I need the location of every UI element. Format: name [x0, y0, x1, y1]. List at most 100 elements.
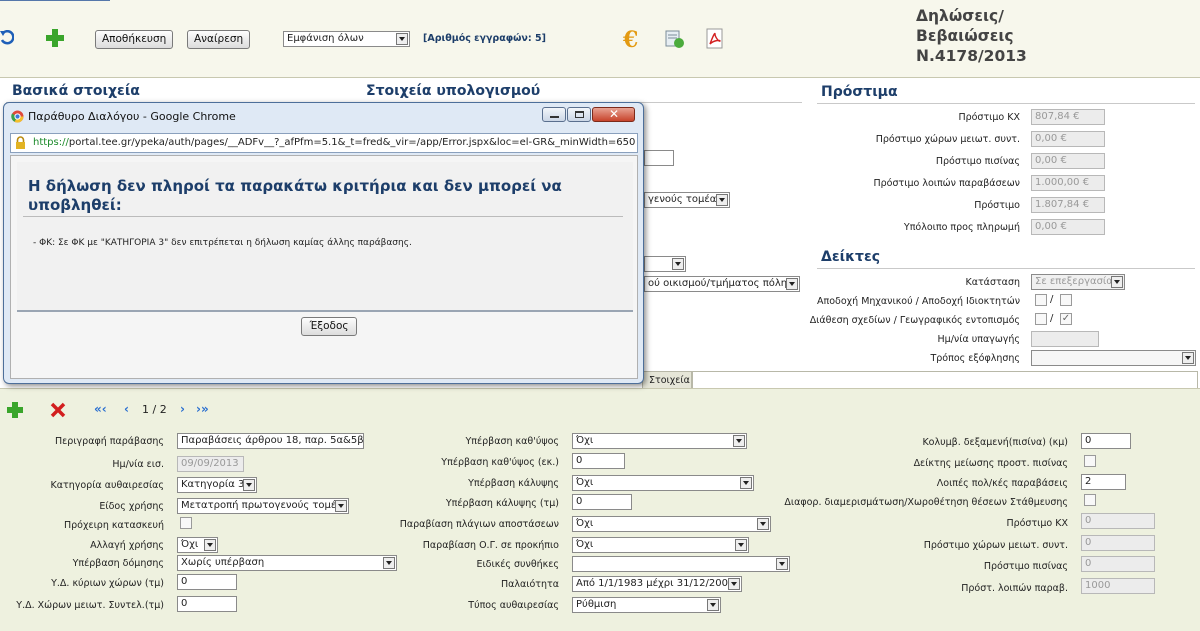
special-conditions-select[interactable] — [572, 556, 790, 572]
coverage-excess-value: Όχι — [576, 477, 594, 488]
pool-reduction-checkbox[interactable] — [1084, 455, 1096, 467]
parking-checkbox[interactable] — [1084, 494, 1096, 506]
date-label: Ημ/νία υπαγωγής — [937, 334, 1020, 345]
usage-change-select[interactable]: Όχι — [177, 537, 218, 553]
side-distance-select[interactable]: Όχι — [572, 516, 771, 532]
app-title-line1: Δηλώσεις/ — [916, 7, 1004, 25]
form-label: Παλαιότητα — [500, 579, 559, 590]
calc-sector-value: γενούς τομέα — [648, 194, 717, 205]
refresh-icon[interactable] — [0, 30, 14, 46]
date-value — [1031, 331, 1099, 347]
pdf-icon[interactable] — [706, 28, 724, 50]
form-label: Υπέρβαση κάλυψης (τμ) — [445, 498, 559, 509]
usage-change-value: Όχι — [181, 539, 199, 550]
category-select-value: Κατηγορία 3 — [181, 479, 245, 490]
divider — [817, 103, 1195, 104]
violation-fine-reduced-value: 0 — [1081, 535, 1155, 551]
balance-value: 0,00 € — [1031, 219, 1105, 235]
form-label: Υπέρβαση καθ'ύψος (εκ.) — [441, 457, 559, 468]
payment-select[interactable] — [1031, 350, 1196, 366]
lock-icon — [16, 136, 25, 149]
first-page-icon[interactable]: «‹ — [94, 402, 107, 416]
calc-select-fragment[interactable] — [644, 256, 686, 272]
entry-date-input: 09/09/2013 — [177, 456, 244, 472]
age-select[interactable]: Από 1/1/1983 μέχρι 31/12/2003 — [572, 576, 742, 592]
plus-icon[interactable] — [6, 401, 24, 419]
close-icon: ✕ — [609, 107, 620, 121]
form-label: Είδος χρήσης — [99, 501, 164, 512]
form-label: Παραβίαση Ο.Γ. σε προκήπιο — [422, 540, 559, 551]
chevron-down-icon — [735, 539, 747, 551]
error-message: - ΦΚ: Σε ΦΚ με "ΚΑΤΗΓΟΡΙΑ 3" δεν επιτρέπ… — [33, 238, 412, 248]
filter-select[interactable]: Εμφάνιση όλων — [283, 31, 410, 47]
owner-accept-checkbox[interactable] — [1060, 294, 1072, 306]
usage-type-value: Μετατροπή πρωτογενούς τομέα — [181, 500, 343, 511]
euro-icon[interactable]: € — [623, 27, 638, 53]
form-label: Περιγραφή παράβασης — [55, 436, 164, 447]
fine-reduced-label: Πρόστιμο χώρων μειωτ. συντ. — [875, 134, 1020, 145]
form-label: Υ.Δ. κύριων χώρων (τμ) — [51, 578, 164, 589]
undo-button[interactable]: Αναίρεση — [187, 30, 250, 49]
maximize-button[interactable] — [567, 107, 591, 122]
form-label: Πρόστιμο χώρων μειωτ. συντ. — [923, 540, 1068, 551]
divider — [23, 216, 623, 217]
status-select[interactable]: Σε επεξεργασία — [1031, 274, 1125, 290]
reduced-area-input[interactable]: 0 — [177, 596, 237, 612]
pool-volume-input[interactable]: 0 — [1081, 433, 1131, 449]
exit-button[interactable]: Έξοδος — [301, 317, 357, 336]
building-line-select[interactable]: Όχι — [572, 537, 749, 553]
chevron-down-icon — [728, 578, 740, 590]
next-page-icon[interactable]: › — [180, 402, 185, 416]
close-button[interactable]: ✕ — [592, 107, 635, 122]
acceptance-label: Αποδοχή Μηχανικού / Αποδοχή Ιδιοκτητών — [817, 296, 1020, 307]
calc-sector-select[interactable]: γενούς τομέα — [644, 192, 730, 208]
geo-checkbox-checked[interactable]: ✓ — [1060, 313, 1072, 325]
section-fines-title: Πρόστιμα — [821, 84, 898, 100]
usage-type-select[interactable]: Μετατροπή πρωτογενούς τομέα — [177, 498, 349, 514]
plus-icon[interactable] — [45, 28, 65, 48]
calc-zone-select[interactable]: ού οικισμού/τμήματος πόλης — [644, 276, 800, 292]
app-title-line3: Ν.4178/2013 — [916, 47, 1027, 65]
form-label: Πρόστιμο ΚΧ — [1006, 518, 1068, 529]
payment-label: Τρόπος εξόφλησης — [930, 353, 1020, 364]
building-excess-value: Χωρίς υπέρβαση — [181, 557, 265, 568]
engineer-accept-checkbox[interactable] — [1035, 294, 1047, 306]
main-area-input[interactable]: 0 — [177, 574, 237, 590]
chevron-down-icon — [786, 278, 798, 290]
dialog-title: Παράθυρο Διαλόγου - Google Chrome — [28, 110, 236, 123]
chevron-down-icon — [335, 500, 347, 512]
height-excess-select[interactable]: Όχι — [572, 433, 747, 449]
violation-fine-pool-value: 0 — [1081, 556, 1155, 572]
form-label: Υπέρβαση δόμησης — [72, 558, 164, 569]
export-icon[interactable] — [665, 29, 685, 49]
chevron-down-icon — [757, 518, 769, 530]
chrome-icon — [11, 110, 24, 123]
balance-label: Υπόλοιπο προς πληρωμή — [903, 222, 1020, 233]
form-label: Δείκτης μείωσης προστ. πισίνας — [913, 458, 1068, 469]
age-value: Από 1/1/1983 μέχρι 31/12/2003 — [576, 578, 735, 589]
url-rest: portal.tee.gr/ypeka/auth/pages/__ADFv__?… — [68, 137, 636, 148]
category-select[interactable]: Κατηγορία 3 — [177, 477, 257, 493]
height-excess-value: Όχι — [576, 435, 594, 446]
coverage-excess-sqm-input[interactable]: 0 — [572, 494, 632, 510]
violation-description-input[interactable]: Παραβάσεις άρθρου 18, παρ. 5α&5β (σχε — [177, 433, 364, 449]
chevron-down-icon — [740, 477, 752, 489]
form-label: Πρόχειρη κατασκευή — [63, 520, 164, 531]
delete-icon[interactable] — [50, 402, 66, 418]
violation-type-select[interactable]: Ρύθμιση — [572, 597, 721, 613]
app-title: Δηλώσεις/ Βεβαιώσεις Ν.4178/2013 — [916, 6, 1027, 66]
save-button[interactable]: Αποθήκευση — [95, 30, 173, 49]
other-violations-input[interactable]: 2 — [1081, 474, 1126, 490]
last-page-icon[interactable]: ›» — [196, 402, 209, 416]
coverage-excess-select[interactable]: Όχι — [572, 475, 754, 491]
form-label: Υπέρβαση κάλυψης — [468, 478, 559, 489]
height-excess-cm-input[interactable]: 0 — [572, 453, 625, 469]
calc-input-fragment[interactable] — [644, 150, 674, 166]
temporary-construction-checkbox[interactable] — [180, 517, 192, 529]
minimize-button[interactable] — [542, 107, 566, 122]
tab-details[interactable]: Στοιχεία — [642, 371, 692, 389]
prev-page-icon[interactable]: ‹ — [124, 402, 129, 416]
url-bar[interactable]: https://portal.tee.gr/ypeka/auth/pages/_… — [10, 133, 638, 153]
plans-checkbox[interactable] — [1035, 313, 1047, 325]
building-excess-select[interactable]: Χωρίς υπέρβαση — [177, 555, 397, 571]
